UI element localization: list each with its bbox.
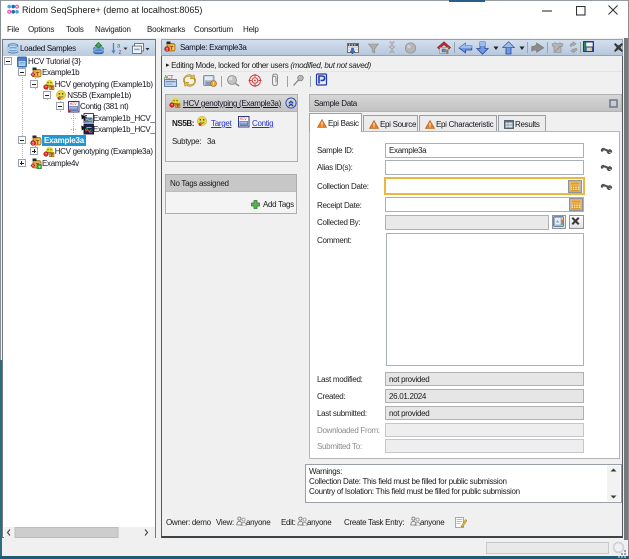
svg-text:HCV: HCV <box>70 102 78 106</box>
svg-text:HCV: HCV <box>240 117 248 121</box>
svg-text:a: a <box>117 44 121 50</box>
svg-text:z: z <box>119 50 122 55</box>
